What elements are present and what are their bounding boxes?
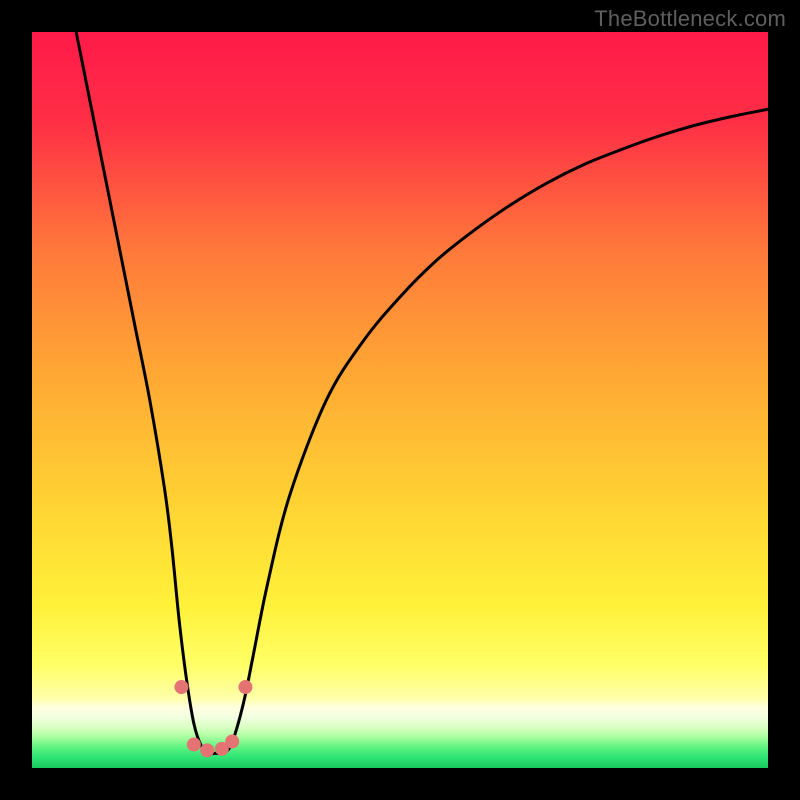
outer-frame: TheBottleneck.com <box>0 0 800 800</box>
highlight-dot <box>238 680 252 694</box>
highlight-dot <box>200 743 214 757</box>
bottleneck-curve <box>76 32 768 754</box>
highlight-dot <box>187 737 201 751</box>
highlight-dot <box>225 735 239 749</box>
plot-area <box>32 32 768 768</box>
watermark-text: TheBottleneck.com <box>594 6 786 32</box>
highlight-dot <box>174 680 188 694</box>
curve-layer <box>32 32 768 768</box>
